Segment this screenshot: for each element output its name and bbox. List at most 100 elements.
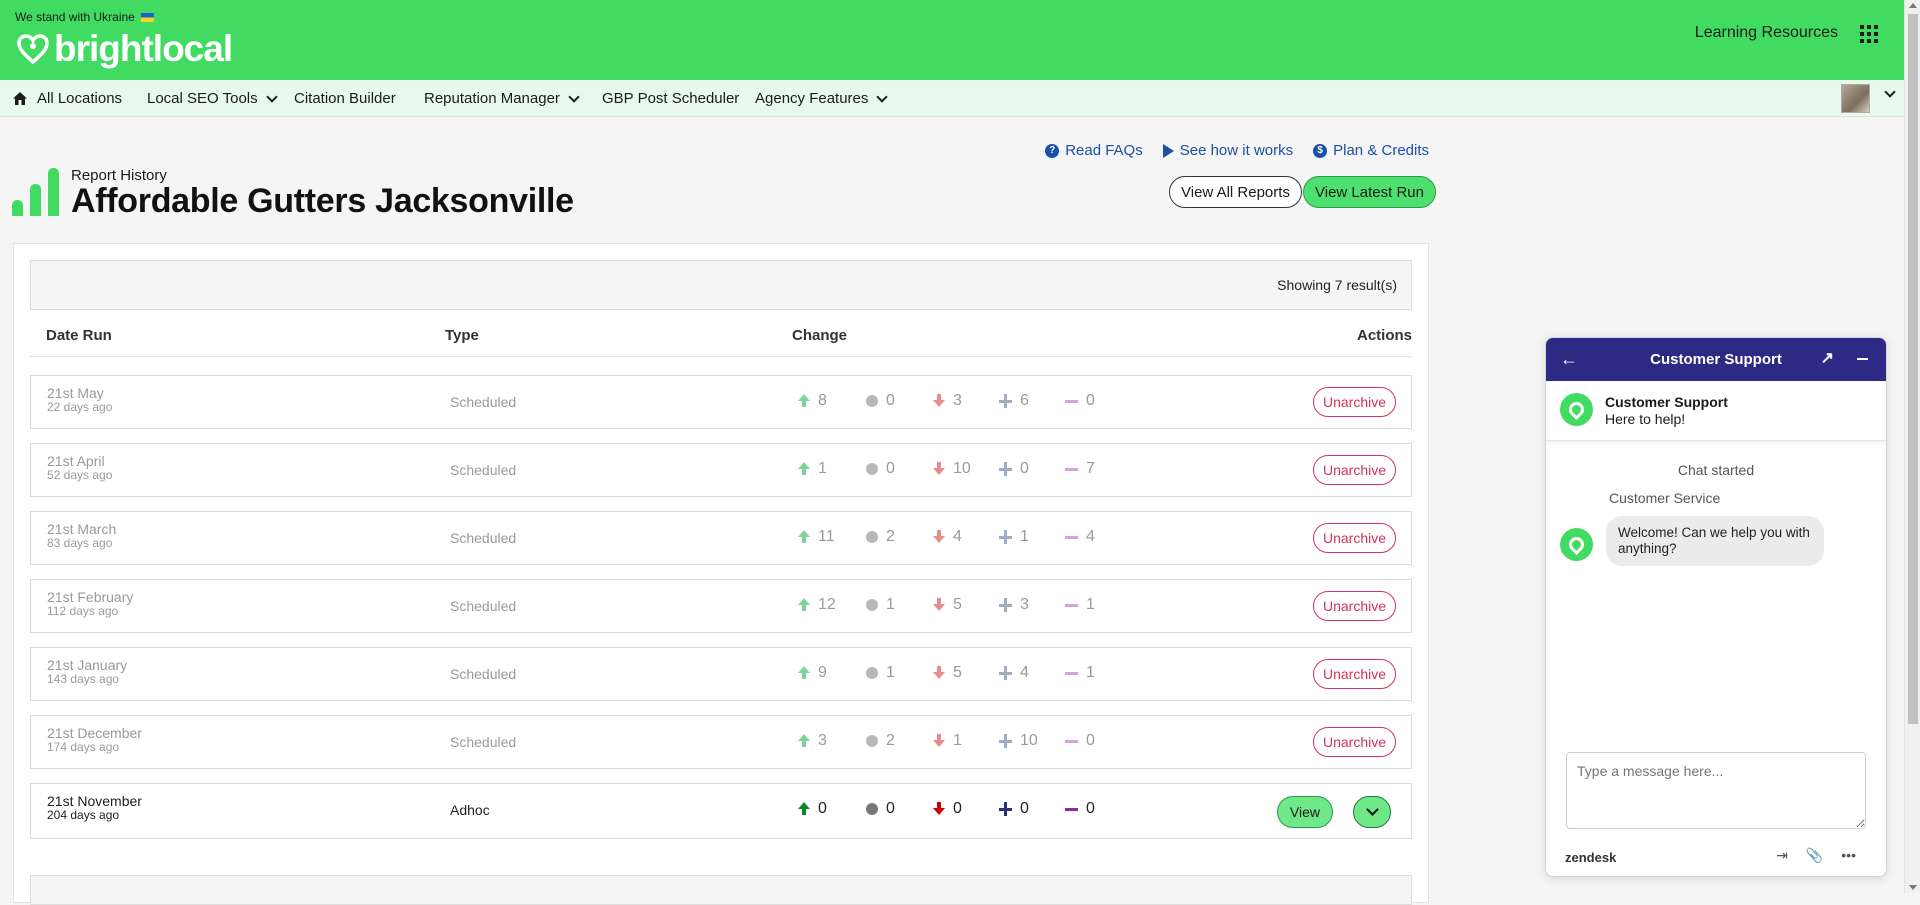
no-change-dot-icon: [865, 666, 879, 680]
view-latest-run-button[interactable]: View Latest Run: [1303, 176, 1436, 208]
view-report-button[interactable]: View: [1276, 796, 1333, 828]
unarchive-button[interactable]: Unarchive: [1312, 727, 1396, 757]
table-row: 21st February 112 days ago Scheduled 12 1…: [30, 579, 1412, 633]
row-ago: 112 days ago: [47, 604, 119, 618]
nav-local-seo-tools[interactable]: Local SEO Tools: [147, 80, 278, 117]
unarchive-button[interactable]: Unarchive: [1312, 455, 1396, 485]
arrow-down-icon: [932, 462, 946, 476]
help-links: ? Read FAQs See how it works $ Plan & Cr…: [1045, 142, 1429, 159]
change-same-count: 1: [886, 664, 895, 681]
unarchive-button[interactable]: Unarchive: [1312, 387, 1396, 417]
change-lost-count: 7: [1086, 460, 1095, 477]
plan-credits-label: Plan & Credits: [1333, 142, 1429, 159]
page-scrollbar[interactable]: [1904, 0, 1920, 893]
read-faqs-link[interactable]: ? Read FAQs: [1045, 142, 1143, 159]
back-arrow-icon[interactable]: ←: [1560, 349, 1578, 370]
chat-message-input[interactable]: [1566, 752, 1866, 829]
change-new-count: 4: [1020, 664, 1029, 681]
account-chevron-down-icon[interactable]: [1884, 86, 1896, 98]
row-ago: 174 days ago: [47, 740, 120, 754]
chevron-down-icon: [265, 90, 278, 103]
change-lost-count: 0: [1086, 732, 1095, 749]
arrow-down-icon: [932, 530, 946, 544]
nav-gbp-post-scheduler[interactable]: GBP Post Scheduler: [602, 80, 739, 117]
change-lost-count: 0: [1086, 392, 1095, 409]
nav-all-locations[interactable]: All Locations: [12, 80, 122, 117]
unarchive-button[interactable]: Unarchive: [1312, 523, 1396, 553]
arrow-down-icon: [932, 666, 946, 680]
unarchive-button[interactable]: Unarchive: [1312, 659, 1396, 689]
change-same-count: 0: [886, 800, 895, 817]
change-up-count: 12: [818, 596, 836, 613]
arrow-up-icon: [797, 802, 811, 816]
nav-all-locations-label: All Locations: [37, 90, 123, 107]
minimize-icon[interactable]: [1857, 358, 1868, 360]
report-bars-icon: [12, 168, 60, 216]
chevron-down-icon: [876, 90, 889, 103]
see-how-it-works-link[interactable]: See how it works: [1162, 142, 1293, 159]
change-new-count: 10: [1020, 732, 1038, 749]
brightlocal-logo[interactable]: brightlocal: [16, 28, 233, 70]
change-up-count: 3: [818, 732, 827, 749]
message-avatar: [1560, 528, 1593, 561]
row-ago: 52 days ago: [47, 468, 113, 482]
chevron-down-icon: [568, 90, 580, 103]
apps-grid-icon[interactable]: [1860, 25, 1878, 43]
more-options-icon[interactable]: •••: [1841, 847, 1856, 864]
results-count-bar: Showing 7 result(s): [30, 260, 1412, 310]
minus-icon: [1065, 734, 1079, 748]
plan-credits-link[interactable]: $ Plan & Credits: [1313, 142, 1429, 159]
change-new-count: 6: [1020, 392, 1029, 409]
arrow-down-icon: [932, 394, 946, 408]
play-icon: [1162, 143, 1174, 158]
brightlocal-heart-icon: [1565, 398, 1588, 421]
chat-header: ← Customer Support ↗: [1546, 338, 1886, 381]
question-icon: ?: [1045, 143, 1060, 158]
column-type: Type: [445, 327, 479, 344]
row-date: 21st February: [47, 589, 134, 605]
home-icon: [13, 92, 27, 105]
arrow-down-icon: [932, 802, 946, 816]
plus-icon: [999, 530, 1013, 544]
change-new-count: 0: [1020, 800, 1029, 817]
row-options-dropdown[interactable]: [1353, 796, 1391, 828]
arrow-down-icon: [932, 598, 946, 612]
row-date: 21st May: [47, 385, 104, 401]
ukraine-flag-icon: [140, 12, 154, 22]
change-down-count: 4: [953, 528, 962, 545]
nav-agency-features[interactable]: Agency Features: [755, 80, 889, 117]
table-row: 21st April 52 days ago Scheduled 1 0 10 0…: [30, 443, 1412, 497]
change-new-count: 3: [1020, 596, 1029, 613]
report-history-card: Showing 7 result(s) Date Run Type Change…: [13, 243, 1429, 905]
row-type: Scheduled: [450, 394, 517, 410]
change-same-count: 0: [886, 460, 895, 477]
end-chat-icon[interactable]: ⇥: [1776, 847, 1788, 864]
nav-citation-builder[interactable]: Citation Builder: [294, 80, 396, 117]
minus-icon: [1065, 802, 1079, 816]
row-date: 21st December: [47, 725, 142, 741]
change-lost-count: 1: [1086, 596, 1095, 613]
nav-reputation-manager[interactable]: Reputation Manager: [424, 80, 580, 117]
change-down-count: 3: [953, 392, 962, 409]
support-chat-widget: ← Customer Support ↗ Customer Support He…: [1545, 337, 1887, 877]
scroll-down-arrow-icon[interactable]: [1909, 885, 1917, 890]
arrow-up-icon: [797, 530, 811, 544]
change-same-count: 1: [886, 596, 895, 613]
scrollbar-thumb[interactable]: [1908, 14, 1918, 724]
row-date: 21st November: [47, 793, 142, 809]
attachment-icon[interactable]: 📎: [1806, 847, 1823, 864]
scroll-up-arrow-icon[interactable]: [1909, 3, 1917, 8]
change-up-count: 11: [818, 528, 835, 545]
chat-header-title: Customer Support: [1650, 351, 1782, 368]
unarchive-button[interactable]: Unarchive: [1312, 591, 1396, 621]
change-down-count: 10: [953, 460, 971, 477]
table-row: 21st May 22 days ago Scheduled 8 0 3 6 0 …: [30, 375, 1412, 429]
change-same-count: 0: [886, 392, 895, 409]
chat-toolbar: ⇥ 📎 •••: [1776, 847, 1856, 864]
learning-resources-link[interactable]: Learning Resources: [1695, 24, 1838, 42]
view-all-reports-button[interactable]: View All Reports: [1169, 176, 1302, 208]
popout-icon[interactable]: ↗: [1821, 348, 1834, 368]
user-avatar[interactable]: [1841, 84, 1870, 113]
nav-gbp-post-scheduler-label: GBP Post Scheduler: [602, 90, 740, 107]
nav-reputation-manager-label: Reputation Manager: [424, 90, 560, 107]
